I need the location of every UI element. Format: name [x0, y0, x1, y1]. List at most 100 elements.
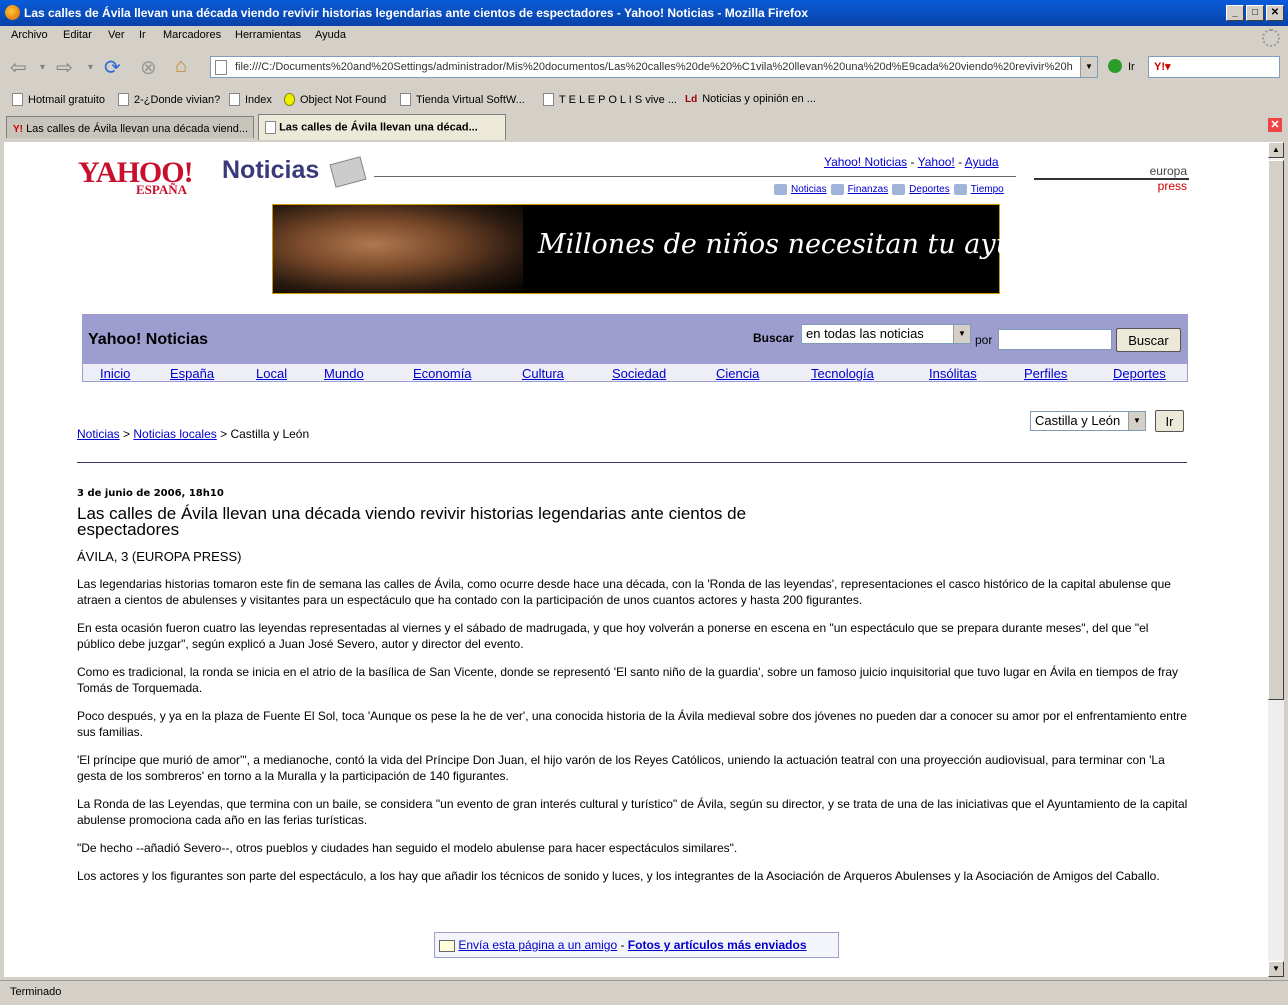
nav-insolitas[interactable]: Insólitas [929, 366, 977, 381]
bookmarks-bar: Hotmail gratuito 2-¿Donde vivian? Index … [0, 88, 1288, 110]
news-nav-box: Yahoo! Noticias Buscar en todas las noti… [82, 314, 1188, 382]
menu-ver[interactable]: Ver [108, 29, 125, 41]
bookmark-item[interactable]: Index [229, 93, 272, 106]
bookmark-item[interactable]: Ld Noticias y opinión en ... [685, 93, 816, 105]
nav-cultura[interactable]: Cultura [522, 366, 564, 381]
article-paragraph: Poco después, y ya en la plaza de Fuente… [77, 709, 1187, 739]
region-select[interactable]: Castilla y León ▼ [1030, 411, 1146, 431]
maximize-button[interactable]: □ [1246, 5, 1264, 21]
article-paragraph: "De hecho --añadió Severo--, otros puebl… [77, 841, 738, 855]
nav-sociedad[interactable]: Sociedad [612, 366, 666, 381]
bookmark-item[interactable]: 2-¿Donde vivian? [118, 93, 220, 106]
nav-local[interactable]: Local [256, 366, 287, 381]
url-bar[interactable]: file:///C:/Documents%20and%20Settings/ad… [210, 56, 1098, 78]
minimize-button[interactable]: _ [1226, 5, 1244, 21]
page-icon [215, 60, 227, 75]
section-nav: Inicio España Local Mundo Economía Cultu… [82, 363, 1188, 382]
article-paragraph: La Ronda de las Leyendas, que termina co… [77, 797, 1188, 827]
ad-banner[interactable]: Millones de niños necesitan tu ayuda [272, 204, 1046, 294]
article-headline: Las calles de Ávila llevan una década vi… [77, 504, 747, 539]
sub-links: Noticias Finanzas Deportes Tiempo [774, 184, 1004, 195]
scroll-down-icon[interactable]: ▼ [1268, 961, 1284, 977]
bookmark-item[interactable]: Object Not Found [284, 93, 386, 106]
search-input[interactable] [998, 329, 1112, 350]
breadcrumb-noticias[interactable]: Noticias [77, 427, 120, 441]
most-sent-link[interactable]: Fotos y artículos más enviados [628, 938, 807, 952]
scroll-up-icon[interactable]: ▲ [1268, 142, 1284, 158]
forward-dropdown-icon[interactable]: ▾ [88, 62, 93, 73]
link-deportes[interactable]: Deportes [909, 184, 950, 195]
menu-archivo[interactable]: Archivo [11, 29, 48, 41]
title-bar: Las calles de Ávila llevan una década vi… [0, 0, 1288, 26]
link-yahoo-noticias[interactable]: Yahoo! Noticias [824, 155, 907, 169]
link-ayuda[interactable]: Ayuda [965, 155, 999, 169]
scroll-thumb[interactable] [1268, 160, 1284, 700]
search-engine-box[interactable]: Y!▾ [1148, 56, 1280, 78]
home-icon[interactable]: ⌂ [175, 55, 187, 78]
search-scope-select[interactable]: en todas las noticias ▼ [801, 324, 971, 344]
tab-2[interactable]: Las calles de Ávila llevan una décad... [258, 114, 506, 140]
chevron-down-icon[interactable]: ▼ [1128, 412, 1145, 430]
menu-herramientas[interactable]: Herramientas [235, 29, 301, 41]
article-date: 3 de junio de 2006, 18h10 [77, 488, 224, 499]
menu-marcadores[interactable]: Marcadores [163, 29, 221, 41]
bookmark-item[interactable]: T E L E P O L I S vive ... [543, 93, 677, 106]
breadcrumb-noticias-locales[interactable]: Noticias locales [133, 427, 216, 441]
region-go-button[interactable]: Ir [1155, 410, 1184, 432]
url-dropdown-icon[interactable]: ▼ [1080, 57, 1097, 77]
child-photo [273, 205, 523, 293]
link-noticias[interactable]: Noticias [791, 184, 827, 195]
window-title: Las calles de Ávila llevan una década vi… [24, 6, 809, 20]
go-label[interactable]: Ir [1128, 61, 1135, 73]
nav-perfiles[interactable]: Perfiles [1024, 366, 1067, 381]
por-label: por [975, 333, 993, 347]
warning-icon [284, 93, 295, 106]
nav-mundo[interactable]: Mundo [324, 366, 364, 381]
search-button[interactable]: Buscar [1116, 328, 1181, 352]
banner-text: Millones de niños necesitan tu ayuda [538, 229, 1047, 260]
article-paragraph: Las legendarias historias tomaron este f… [77, 577, 1171, 607]
page-icon [12, 93, 23, 106]
menu-editar[interactable]: Editar [63, 29, 92, 41]
chevron-down-icon[interactable]: ▼ [953, 325, 970, 343]
forward-icon[interactable]: ⇨ [56, 55, 73, 80]
link-finanzas[interactable]: Finanzas [848, 184, 889, 195]
go-icon[interactable] [1108, 59, 1122, 73]
nav-espana[interactable]: España [170, 366, 214, 381]
back-icon[interactable]: ⇦ [10, 55, 27, 80]
finance-icon [830, 184, 844, 195]
yahoo-espana-logo[interactable]: YAHOO! ESPAÑA Noticias [78, 156, 367, 197]
menu-ir[interactable]: Ir [139, 29, 146, 41]
logo-sub: ESPAÑA [136, 182, 188, 197]
send-to-friend-link[interactable]: Envía esta página a un amigo [458, 938, 617, 952]
breadcrumb-current: Castilla y León [230, 427, 310, 441]
back-dropdown-icon[interactable]: ▾ [40, 62, 45, 73]
nav-economia[interactable]: Economía [413, 366, 472, 381]
menu-ayuda[interactable]: Ayuda [315, 29, 346, 41]
page-content: YAHOO! ESPAÑA Noticias Yahoo! Noticias -… [4, 142, 1268, 977]
breadcrumb: Noticias > Noticias locales > Castilla y… [77, 427, 310, 441]
header-rule [374, 176, 1016, 177]
yahoo-search-icon[interactable]: Y!▾ [1154, 60, 1171, 73]
bookmark-item[interactable]: Hotmail gratuito [12, 93, 105, 106]
bookmark-item[interactable]: Tienda Virtual SoftW... [400, 93, 525, 106]
nav-tecnologia[interactable]: Tecnología [811, 366, 874, 381]
status-bar: Terminado [0, 980, 1288, 1005]
vertical-scrollbar[interactable]: ▲ ▼ [1268, 142, 1284, 977]
link-yahoo[interactable]: Yahoo! [918, 155, 955, 169]
article-paragraph: 'El príncipe que murió de amor'", a medi… [77, 753, 1165, 783]
link-tiempo[interactable]: Tiempo [971, 184, 1004, 195]
page-icon [543, 93, 554, 106]
page-icon [118, 93, 129, 106]
nav-ciencia[interactable]: Ciencia [716, 366, 759, 381]
url-text[interactable]: file:///C:/Documents%20and%20Settings/ad… [235, 61, 1080, 73]
top-links: Yahoo! Noticias - Yahoo! - Ayuda [824, 155, 999, 169]
tab-1[interactable]: Y! Las calles de Ávila llevan una década… [6, 116, 254, 138]
close-button[interactable]: ✕ [1266, 5, 1284, 21]
nav-deportes[interactable]: Deportes [1113, 366, 1166, 381]
nav-inicio[interactable]: Inicio [100, 366, 130, 381]
reload-icon[interactable]: ⟳ [104, 55, 121, 80]
stop-icon[interactable]: ⊗ [140, 55, 157, 80]
close-tab-icon[interactable]: ✕ [1268, 118, 1282, 132]
newspaper-icon [329, 156, 367, 188]
